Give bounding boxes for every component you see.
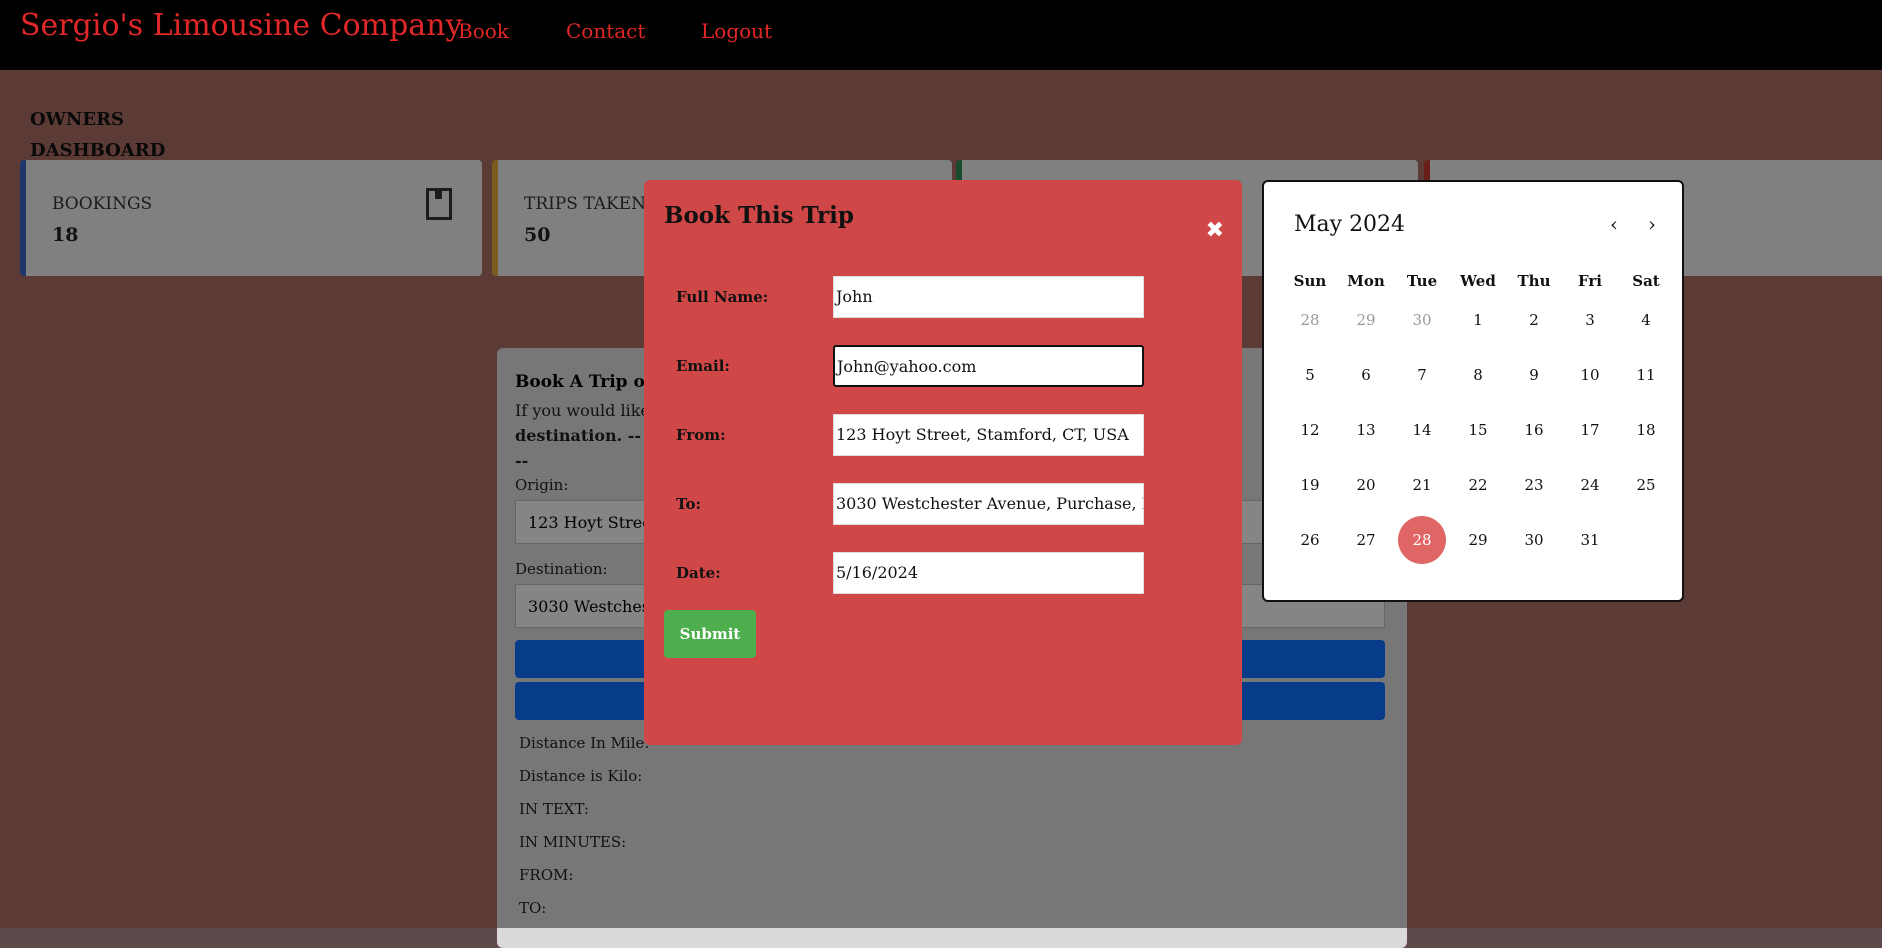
calendar-day[interactable]: 5 [1286,351,1334,399]
chevron-right-icon[interactable]: › [1648,212,1656,236]
to-label: To: [676,495,701,513]
full-name-input[interactable]: John [833,276,1144,318]
calendar-day[interactable]: 28 [1398,516,1446,564]
calendar-day[interactable]: 7 [1398,351,1446,399]
weekday-tue: Tue [1406,272,1438,290]
calendar-day[interactable]: 27 [1342,516,1390,564]
calendar-day[interactable]: 2 [1510,296,1558,344]
calendar-day[interactable]: 11 [1622,351,1670,399]
calendar-day[interactable]: 17 [1566,406,1614,454]
calendar-day[interactable]: 6 [1342,351,1390,399]
calendar-day[interactable]: 12 [1286,406,1334,454]
calendar-day[interactable]: 4 [1622,296,1670,344]
calendar-day[interactable]: 1 [1454,296,1502,344]
calendar-day[interactable]: 10 [1566,351,1614,399]
calendar-day[interactable]: 8 [1454,351,1502,399]
to-input[interactable]: 3030 Westchester Avenue, Purchase, NY, [833,483,1144,525]
calendar-day[interactable]: 15 [1454,406,1502,454]
weekday-mon: Mon [1347,272,1385,290]
full-name-label: Full Name: [676,288,769,306]
calendar-day[interactable]: 18 [1622,406,1670,454]
calendar-day[interactable]: 29 [1454,516,1502,564]
calendar-day[interactable]: 3 [1566,296,1614,344]
calendar-day[interactable]: 14 [1398,406,1446,454]
nav-book-link[interactable]: Book [458,19,509,43]
calendar-day[interactable]: 13 [1342,406,1390,454]
date-label: Date: [676,564,721,582]
weekday-sun: Sun [1293,272,1327,290]
calendar-day[interactable]: 21 [1398,461,1446,509]
calendar-day[interactable]: 29 [1342,296,1390,344]
calendar-day[interactable]: 30 [1510,516,1558,564]
calendar-day[interactable]: 26 [1286,516,1334,564]
weekday-wed: Wed [1460,272,1496,290]
calendar-day[interactable]: 31 [1566,516,1614,564]
brand-title[interactable]: Sergio's Limousine Company [20,8,462,43]
calendar-day[interactable]: 9 [1510,351,1558,399]
top-navbar: Sergio's Limousine Company Book Contact … [0,0,1882,70]
book-trip-modal: Book This Trip ✖ Full Name: John Email: … [644,180,1242,745]
calendar-month-label: May 2024 [1294,212,1406,237]
weekday-thu: Thu [1517,272,1551,290]
from-input[interactable]: 123 Hoyt Street, Stamford, CT, USA [833,414,1144,456]
chevron-left-icon[interactable]: ‹ [1610,212,1618,236]
date-picker-calendar: May 2024 ‹ › Sun Mon Tue Wed Thu Fri Sat 28 29 3… [1262,180,1684,602]
weekday-fri: Fri [1578,272,1602,290]
calendar-day[interactable]: 19 [1286,461,1334,509]
from-label: From: [676,426,726,444]
calendar-day[interactable]: 30 [1398,296,1446,344]
calendar-day[interactable]: 22 [1454,461,1502,509]
calendar-day[interactable]: 25 [1622,461,1670,509]
date-input[interactable]: 5/16/2024 [833,552,1144,594]
calendar-day[interactable]: 24 [1566,461,1614,509]
calendar-day[interactable]: 28 [1286,296,1334,344]
nav-logout-link[interactable]: Logout [701,19,772,43]
close-icon[interactable]: ✖ [1206,218,1224,243]
email-label: Email: [676,357,730,375]
calendar-day[interactable]: 20 [1342,461,1390,509]
weekday-sat: Sat [1632,272,1660,290]
email-input[interactable]: John@yahoo.com [833,345,1144,387]
modal-title: Book This Trip [664,202,854,229]
calendar-day[interactable]: 16 [1510,406,1558,454]
nav-contact-link[interactable]: Contact [566,19,645,43]
submit-button[interactable]: Submit [664,610,756,658]
calendar-day[interactable]: 23 [1510,461,1558,509]
